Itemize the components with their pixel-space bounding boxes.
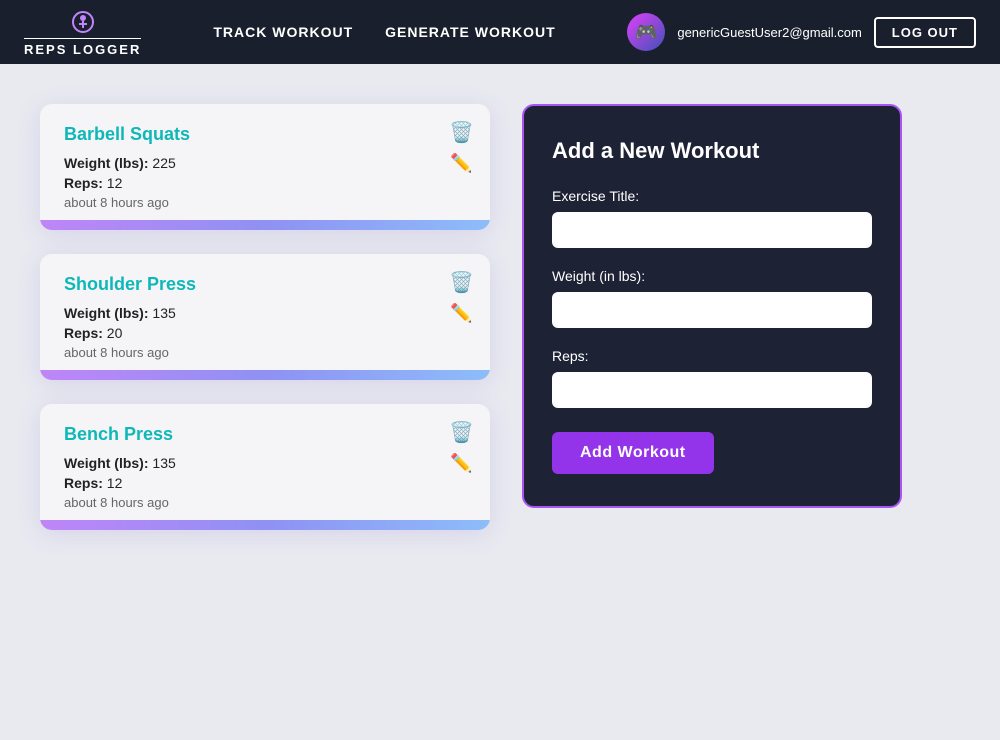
workout-title-2: Bench Press — [64, 424, 470, 445]
weight-label: Weight (in lbs): — [552, 268, 872, 284]
workout-reps-0: Reps: 12 — [64, 175, 470, 191]
avatar-emoji: 🎮 — [635, 22, 657, 43]
pencil-icon-1: ✏️ — [450, 303, 472, 324]
delete-button-0[interactable]: 🗑️ — [449, 120, 474, 145]
nav-right: 🎮 genericGuestUser2@gmail.com LOG OUT — [627, 13, 976, 51]
trash-icon-0: 🗑️ — [449, 120, 474, 145]
workout-time-0: about 8 hours ago — [64, 195, 470, 210]
card-actions-0: 🗑️ ✏️ — [449, 120, 474, 174]
avatar: 🎮 — [627, 13, 665, 51]
delete-button-1[interactable]: 🗑️ — [449, 270, 474, 295]
workout-weight-0: Weight (lbs): 225 — [64, 155, 470, 171]
logo-icon — [69, 8, 97, 36]
workout-title-0: Barbell Squats — [64, 124, 470, 145]
workout-title-1: Shoulder Press — [64, 274, 470, 295]
workout-card-2: Bench Press Weight (lbs): 135 Reps: 12 a… — [40, 404, 490, 530]
workout-list: Barbell Squats Weight (lbs): 225 Reps: 1… — [40, 104, 490, 530]
trash-icon-2: 🗑️ — [449, 420, 474, 445]
nav-generate-workout[interactable]: GENERATE WORKOUT — [385, 24, 556, 40]
logo-text: REPS LOGGER — [24, 38, 141, 57]
delete-button-2[interactable]: 🗑️ — [449, 420, 474, 445]
logout-button[interactable]: LOG OUT — [874, 17, 976, 48]
edit-button-1[interactable]: ✏️ — [450, 303, 472, 324]
form-title: Add a New Workout — [552, 138, 872, 164]
workout-time-2: about 8 hours ago — [64, 495, 470, 510]
pencil-icon-0: ✏️ — [450, 153, 472, 174]
navbar: REPS LOGGER TRACK WORKOUT GENERATE WORKO… — [0, 0, 1000, 64]
pencil-icon-2: ✏️ — [450, 453, 472, 474]
main-content: Barbell Squats Weight (lbs): 225 Reps: 1… — [0, 64, 1000, 570]
card-actions-1: 🗑️ ✏️ — [449, 270, 474, 324]
add-workout-panel: Add a New Workout Exercise Title: Weight… — [522, 104, 902, 508]
workout-weight-2: Weight (lbs): 135 — [64, 455, 470, 471]
workout-weight-1: Weight (lbs): 135 — [64, 305, 470, 321]
exercise-title-input[interactable] — [552, 212, 872, 248]
workout-time-1: about 8 hours ago — [64, 345, 470, 360]
add-workout-button[interactable]: Add Workout — [552, 432, 714, 474]
edit-button-2[interactable]: ✏️ — [450, 453, 472, 474]
workout-reps-1: Reps: 20 — [64, 325, 470, 341]
reps-label: Reps: — [552, 348, 872, 364]
user-email: genericGuestUser2@gmail.com — [677, 25, 861, 40]
card-actions-2: 🗑️ ✏️ — [449, 420, 474, 474]
exercise-title-label: Exercise Title: — [552, 188, 872, 204]
workout-card-0: Barbell Squats Weight (lbs): 225 Reps: 1… — [40, 104, 490, 230]
reps-input[interactable] — [552, 372, 872, 408]
nav-links: TRACK WORKOUT GENERATE WORKOUT — [213, 24, 595, 40]
workout-card-1: Shoulder Press Weight (lbs): 135 Reps: 2… — [40, 254, 490, 380]
workout-reps-2: Reps: 12 — [64, 475, 470, 491]
nav-track-workout[interactable]: TRACK WORKOUT — [213, 24, 353, 40]
weight-input[interactable] — [552, 292, 872, 328]
trash-icon-1: 🗑️ — [449, 270, 474, 295]
edit-button-0[interactable]: ✏️ — [450, 153, 472, 174]
logo: REPS LOGGER — [24, 8, 141, 57]
